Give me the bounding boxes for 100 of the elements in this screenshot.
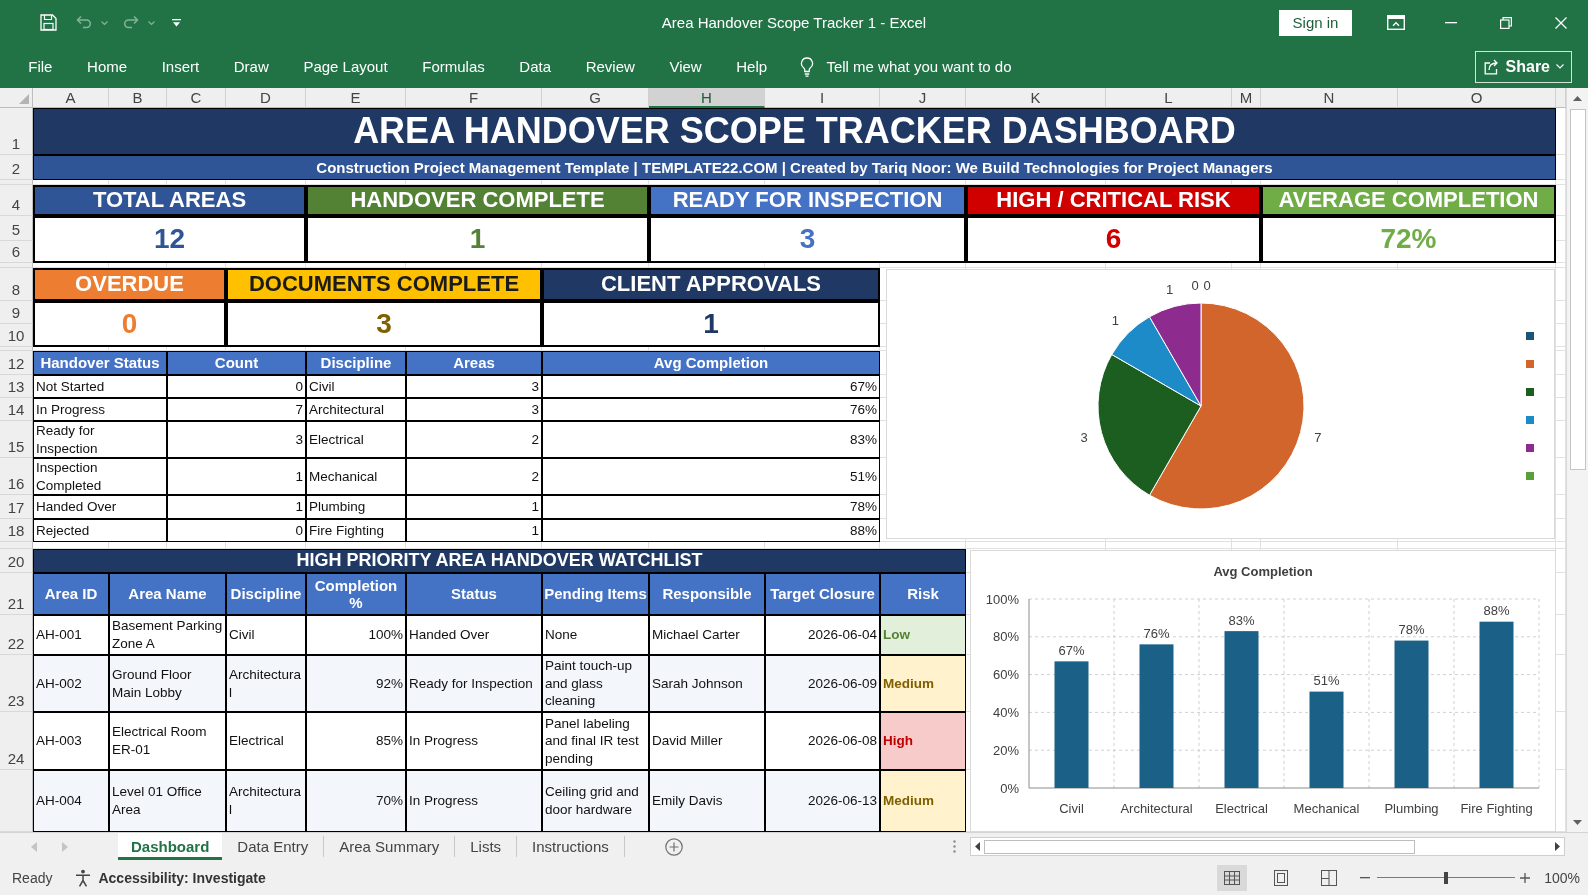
menu-item[interactable]: Home <box>69 51 145 82</box>
row-header[interactable]: 5 <box>0 216 33 241</box>
row-header[interactable]: 13 <box>0 375 33 398</box>
slider-thumb[interactable] <box>1444 871 1449 884</box>
column-header[interactable]: B <box>109 88 167 108</box>
row-header[interactable]: 22 <box>0 615 33 655</box>
column-header[interactable]: G <box>542 88 649 108</box>
ribbon-display-icon[interactable] <box>1386 15 1405 30</box>
minus-icon[interactable] <box>1360 876 1371 879</box>
column-header[interactable]: F <box>406 88 542 108</box>
column-header[interactable]: O <box>1398 88 1556 108</box>
kpi-value: 12 <box>33 216 306 263</box>
table-cell: 78% <box>542 495 880 519</box>
grid-icon <box>1224 870 1241 885</box>
minimize-icon[interactable] <box>1444 21 1457 24</box>
row-header[interactable]: 6 <box>0 241 33 263</box>
plus-icon[interactable] <box>1520 872 1531 883</box>
share-button[interactable]: Share <box>1474 50 1572 83</box>
sheet-tab[interactable]: Instructions <box>517 836 625 857</box>
vertical-scrollbar[interactable] <box>1566 88 1588 832</box>
row-header[interactable]: 18 <box>0 519 33 542</box>
row-header[interactable]: 20 <box>0 549 33 573</box>
table-cell: Not Started <box>33 375 167 398</box>
restore-icon[interactable] <box>1499 16 1512 29</box>
caret-down-icon[interactable] <box>1573 819 1582 825</box>
accessibility-status[interactable]: Accessibility: Investigate <box>98 869 266 886</box>
column-header[interactable]: K <box>966 88 1106 108</box>
table-cell: 2026-06-08 <box>765 712 880 770</box>
kpi-label: CLIENT APPROVALS <box>542 268 880 301</box>
zoom-level[interactable]: 100% <box>1544 869 1580 886</box>
risk-cell: Medium <box>880 655 966 712</box>
kpi-value: 3 <box>226 301 542 347</box>
data-label: 0 <box>1191 277 1199 293</box>
close-icon[interactable] <box>1554 16 1567 29</box>
table-cell: In Progress <box>406 770 542 832</box>
table-cell: 7 <box>167 398 306 421</box>
menu-item[interactable]: Page Layout <box>286 51 405 82</box>
menu-item[interactable]: View <box>652 51 719 82</box>
table-header: Pending Items <box>542 573 649 615</box>
caret-up-icon[interactable] <box>1573 95 1582 101</box>
caret-left-icon[interactable] <box>975 842 980 851</box>
sign-in-button[interactable]: Sign in <box>1279 9 1352 36</box>
menu-item[interactable]: Data <box>502 51 569 82</box>
data-label: 67% <box>1058 642 1085 658</box>
row-header[interactable]: 16 <box>0 458 33 495</box>
row-header[interactable]: 15 <box>0 421 33 458</box>
column-header[interactable]: M <box>1232 88 1261 108</box>
sheet-tab[interactable]: Lists <box>455 836 518 857</box>
row-header[interactable]: 14 <box>0 398 33 421</box>
menu-item[interactable]: Draw <box>216 51 287 82</box>
tell-me-field[interactable]: Tell me what you want to do <box>826 55 1042 78</box>
column-header[interactable]: H <box>649 88 765 108</box>
menu-item[interactable]: Help <box>718 51 785 82</box>
row-header[interactable]: 21 <box>0 573 33 615</box>
menu-item[interactable]: Review <box>568 51 653 82</box>
row-header[interactable]: 9 <box>0 301 33 324</box>
plus-circle-icon[interactable] <box>664 837 683 856</box>
row-header[interactable]: 1 <box>0 108 33 155</box>
customize-icon[interactable] <box>172 18 181 27</box>
table-header: Target Closure <box>765 573 880 615</box>
column-header[interactable]: C <box>167 88 226 108</box>
risk-cell: Medium <box>880 770 966 832</box>
row-header[interactable]: 23 <box>0 655 33 712</box>
column-header[interactable]: N <box>1261 88 1398 108</box>
row-header[interactable]: 24 <box>0 712 33 770</box>
view-button[interactable] <box>1217 864 1248 891</box>
caret-down-icon[interactable] <box>101 20 108 25</box>
caret-down-icon[interactable] <box>148 20 155 25</box>
axis-label: Mechanical <box>1293 800 1360 816</box>
table-cell: AH-004 <box>33 770 109 832</box>
table-header: Area ID <box>33 573 109 615</box>
vertical-dots-icon[interactable] <box>953 840 956 853</box>
column-header[interactable]: E <box>306 88 406 108</box>
scrollbar-thumb[interactable] <box>1569 109 1586 470</box>
row-header[interactable]: 8 <box>0 268 33 301</box>
row-header[interactable]: 4 <box>0 185 33 216</box>
status-text: Ready <box>12 869 53 886</box>
table-cell: None <box>542 615 649 655</box>
row-header[interactable]: 17 <box>0 495 33 519</box>
save-icon[interactable] <box>40 14 57 31</box>
row-header[interactable]: 12 <box>0 351 33 375</box>
column-header[interactable]: L <box>1106 88 1232 108</box>
sheet-tab[interactable]: Area Summary <box>324 836 456 857</box>
menu-item[interactable]: Formulas <box>404 51 503 82</box>
caret-right-icon[interactable] <box>1555 842 1560 851</box>
menu-item[interactable]: Insert <box>144 51 217 82</box>
row-header[interactable]: 10 <box>0 324 33 347</box>
column-header[interactable]: J <box>880 88 966 108</box>
row-header[interactable]: 2 <box>0 155 33 180</box>
horizontal-scrollbar[interactable] <box>970 837 1565 856</box>
accessibility-icon[interactable] <box>74 868 93 887</box>
window-title: Area Handover Scope Tracker 1 - Excel <box>661 14 927 31</box>
sheet-tab[interactable]: Data Entry <box>222 836 325 857</box>
scrollbar-thumb[interactable] <box>984 839 1415 854</box>
table-cell: David Miller <box>649 712 765 770</box>
menu-item[interactable]: File <box>11 51 70 82</box>
sheet-tab[interactable]: Dashboard <box>118 833 223 860</box>
column-header[interactable]: A <box>33 88 109 108</box>
column-header[interactable]: D <box>226 88 306 108</box>
column-header[interactable]: I <box>765 88 880 108</box>
